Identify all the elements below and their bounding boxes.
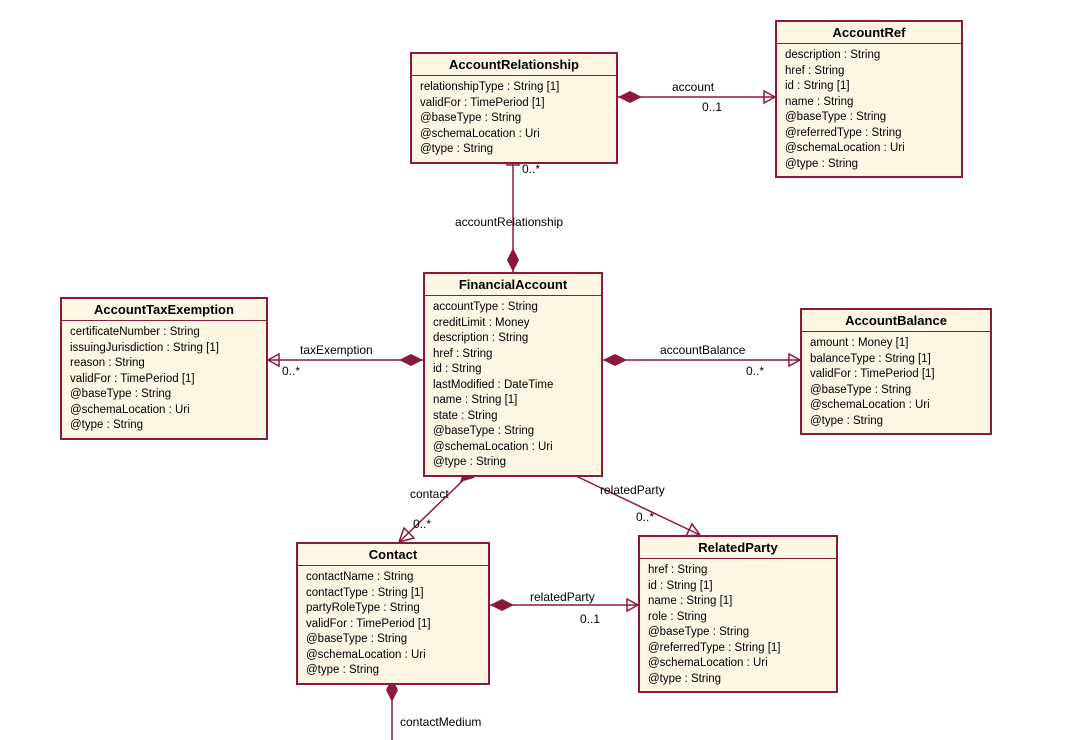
class-account-relationship: AccountRelationship relationshipType : S… (410, 52, 618, 164)
attr: @type : String (785, 157, 953, 173)
class-title: RelatedParty (640, 537, 836, 559)
attr: id : String (433, 362, 593, 378)
attr: @baseType : String (810, 383, 982, 399)
attr: validFor : TimePeriod [1] (810, 367, 982, 383)
class-attrs: description : String href : String id : … (777, 44, 961, 176)
attr: @baseType : String (70, 387, 258, 403)
attr: accountType : String (433, 300, 593, 316)
attr: partyRoleType : String (306, 601, 480, 617)
class-title: FinancialAccount (425, 274, 601, 296)
attr: contactName : String (306, 570, 480, 586)
attr: lastModified : DateTime (433, 378, 593, 394)
attr: balanceType : String [1] (810, 352, 982, 368)
attr: @schemaLocation : Uri (785, 141, 953, 157)
attr: name : String [1] (648, 594, 828, 610)
attr: @type : String (433, 455, 593, 471)
class-related-party: RelatedParty href : String id : String [… (638, 535, 838, 693)
assoc-accountrel-mult: 0..* (522, 162, 540, 176)
attr: @schemaLocation : Uri (306, 648, 480, 664)
assoc-account-label: account (672, 80, 714, 94)
class-contact: Contact contactName : String contactType… (296, 542, 490, 685)
class-title: AccountRef (777, 22, 961, 44)
attr: @baseType : String (648, 625, 828, 641)
class-title: AccountTaxExemption (62, 299, 266, 321)
assoc-accountbalance-label: accountBalance (660, 343, 745, 357)
class-attrs: certificateNumber : String issuingJurisd… (62, 321, 266, 438)
class-attrs: accountType : String creditLimit : Money… (425, 296, 601, 475)
class-title: Contact (298, 544, 488, 566)
attr: name : String [1] (433, 393, 593, 409)
class-attrs: href : String id : String [1] name : Str… (640, 559, 836, 691)
attr: @baseType : String (785, 110, 953, 126)
attr: @schemaLocation : Uri (420, 127, 608, 143)
assoc-taxexemption-label: taxExemption (300, 343, 373, 357)
attr: description : String (785, 48, 953, 64)
attr: @baseType : String (420, 111, 608, 127)
attr: validFor : TimePeriod [1] (306, 617, 480, 633)
attr: contactType : String [1] (306, 586, 480, 602)
attr: creditLimit : Money (433, 316, 593, 332)
attr: @referredType : String [1] (648, 641, 828, 657)
attr: @type : String (420, 142, 608, 158)
class-attrs: contactName : String contactType : Strin… (298, 566, 488, 683)
class-attrs: amount : Money [1] balanceType : String … (802, 332, 990, 433)
class-financial-account: FinancialAccount accountType : String cr… (423, 272, 603, 477)
class-account-balance: AccountBalance amount : Money [1] balanc… (800, 308, 992, 435)
attr: @baseType : String (433, 424, 593, 440)
attr: id : String [1] (785, 79, 953, 95)
attr: @referredType : String (785, 126, 953, 142)
attr: href : String (433, 347, 593, 363)
assoc-accountrel-label: accountRelationship (455, 215, 563, 229)
assoc-accountbalance-mult: 0..* (746, 364, 764, 378)
attr: issuingJurisdiction : String [1] (70, 341, 258, 357)
assoc-contact-label: contact (410, 487, 449, 501)
attr: amount : Money [1] (810, 336, 982, 352)
assoc-taxexemption-mult: 0..* (282, 364, 300, 378)
class-title: AccountBalance (802, 310, 990, 332)
class-attrs: relationshipType : String [1] validFor :… (412, 76, 616, 162)
attr: @type : String (70, 418, 258, 434)
attr: @type : String (810, 414, 982, 430)
assoc-account-mult: 0..1 (702, 100, 722, 114)
attr: role : String (648, 610, 828, 626)
attr: relationshipType : String [1] (420, 80, 608, 96)
attr: description : String (433, 331, 593, 347)
attr: @schemaLocation : Uri (810, 398, 982, 414)
assoc-relatedparty-contact-label: relatedParty (530, 590, 595, 604)
attr: state : String (433, 409, 593, 425)
class-account-tax-exemption: AccountTaxExemption certificateNumber : … (60, 297, 268, 440)
attr: @schemaLocation : Uri (648, 656, 828, 672)
assoc-relatedparty-fa-label: relatedParty (600, 483, 665, 497)
attr: href : String (785, 64, 953, 80)
attr: @type : String (306, 663, 480, 679)
attr: href : String (648, 563, 828, 579)
assoc-relatedparty-contact-mult: 0..1 (580, 612, 600, 626)
attr: id : String [1] (648, 579, 828, 595)
assoc-contact-mult: 0..* (413, 517, 431, 531)
attr: name : String (785, 95, 953, 111)
class-title: AccountRelationship (412, 54, 616, 76)
attr: @schemaLocation : Uri (433, 440, 593, 456)
attr: validFor : TimePeriod [1] (70, 372, 258, 388)
attr: @baseType : String (306, 632, 480, 648)
class-account-ref: AccountRef description : String href : S… (775, 20, 963, 178)
assoc-relatedparty-fa-mult: 0..* (636, 510, 654, 524)
attr: validFor : TimePeriod [1] (420, 96, 608, 112)
attr: @schemaLocation : Uri (70, 403, 258, 419)
assoc-contactmedium-label: contactMedium (400, 715, 481, 729)
attr: certificateNumber : String (70, 325, 258, 341)
attr: reason : String (70, 356, 258, 372)
attr: @type : String (648, 672, 828, 688)
